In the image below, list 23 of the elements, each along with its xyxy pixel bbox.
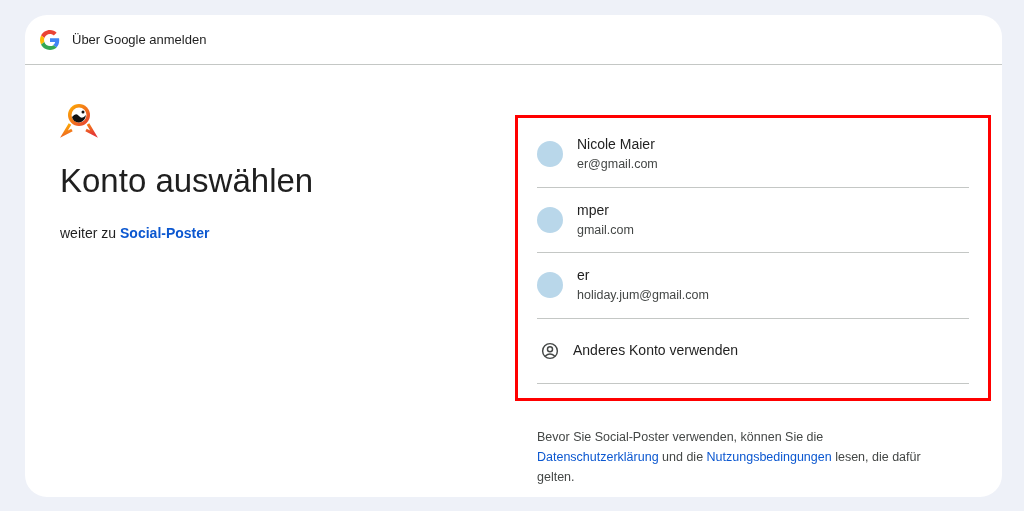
avatar-placeholder — [537, 206, 563, 233]
subtitle-text: weiter zu — [60, 224, 117, 244]
account-name: Nicole Maier — [577, 135, 656, 155]
privacy-link[interactable]: Datenschutzerklärung — [537, 450, 659, 464]
account-email: er@gmail.com — [577, 156, 658, 174]
account-name: er — [577, 266, 591, 286]
account-email: holiday.jum@gmail.com — [577, 287, 709, 305]
header-title: Über Google anmelden — [72, 30, 207, 49]
account-item[interactable]: er holiday.jum@gmail.com — [537, 253, 969, 319]
account-email: gmail.com — [577, 221, 634, 239]
account-item[interactable]: mper gmail.com — [537, 187, 969, 253]
avatar-placeholder — [537, 141, 563, 168]
account-name: mper — [577, 200, 610, 220]
use-another-account-text: Anderes Konto verwenden — [573, 341, 738, 361]
google-logo-icon — [40, 29, 60, 50]
account-circle-icon — [541, 341, 559, 360]
page-heading: Konto auswählen — [60, 161, 315, 201]
avatar-placeholder — [537, 272, 563, 299]
use-another-account-item[interactable]: Anderes Konto verwenden — [537, 318, 969, 384]
account-item[interactable]: Nicole Maier er@gmail.com — [537, 122, 969, 188]
notice-text: Bevor Sie Social-Poster verwenden, können Sie die Datenschutzerklärung und die Nutzungsbedingungen lesen, die dafür gelten. — [537, 429, 922, 486]
app-link[interactable]: Social-Poster — [120, 223, 210, 245]
terms-link[interactable]: Nutzungsbedingungen — [706, 450, 832, 464]
